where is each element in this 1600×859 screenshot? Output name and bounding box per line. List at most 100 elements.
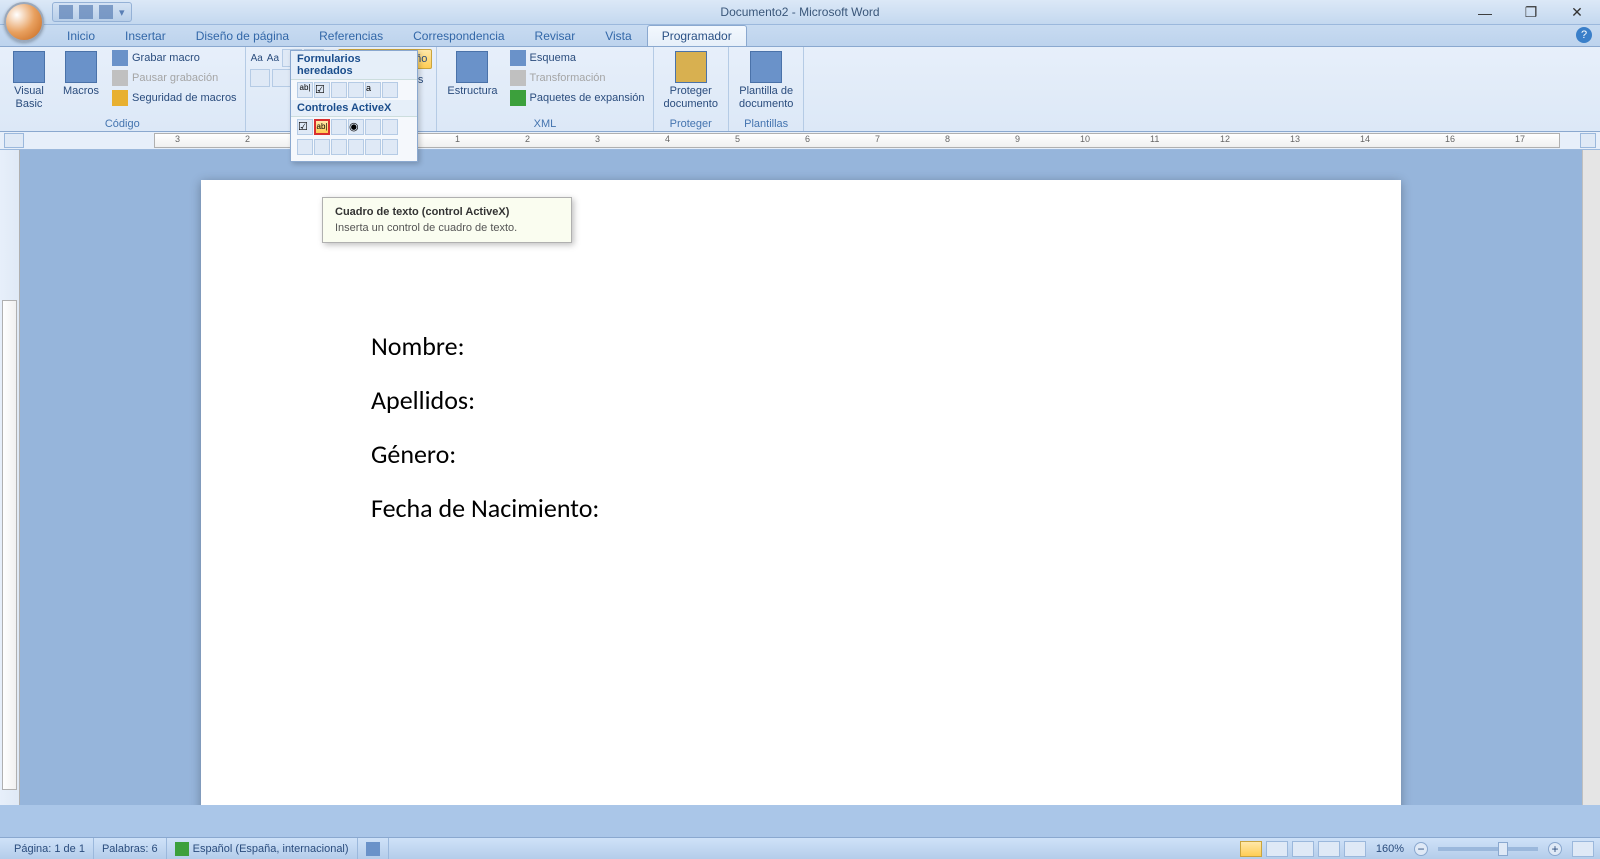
vertical-scrollbar[interactable]: [1582, 150, 1600, 805]
macros-button[interactable]: Macros: [56, 49, 106, 100]
group-label-proteger: Proteger: [658, 117, 724, 131]
tooltip-description: Inserta un control de cuadro de texto.: [335, 222, 559, 234]
group-codigo: Visual Basic Macros Grabar macro Pausar …: [0, 47, 246, 131]
template-icon: [750, 51, 782, 83]
legacy-combobox-icon[interactable]: [331, 82, 347, 98]
view-print-layout-button[interactable]: [1240, 841, 1262, 857]
text-control[interactable]: Aa: [266, 49, 280, 67]
status-words[interactable]: Palabras: 6: [94, 838, 167, 859]
view-fullscreen-button[interactable]: [1266, 841, 1288, 857]
legacy-tools-dropdown: Formularios heredados ab| ☑ a Controles …: [290, 50, 418, 162]
ruler-bar: 3 2 1 1 2 3 4 5 6 7 8 9 10 11 12 13 14 1…: [0, 132, 1600, 150]
esquema-button[interactable]: Esquema: [506, 49, 649, 67]
tooltip: Cuadro de texto (control ActiveX) Insert…: [322, 197, 572, 243]
legacy-checkbox-icon[interactable]: ☑: [314, 82, 330, 98]
tab-selector-button[interactable]: [4, 133, 24, 148]
tab-programador[interactable]: Programador: [647, 25, 747, 46]
visual-basic-icon: [13, 51, 45, 83]
legacy-reset-icon[interactable]: [382, 82, 398, 98]
field-genero[interactable]: Género:: [371, 438, 1231, 470]
legacy-shading-icon[interactable]: a: [365, 82, 381, 98]
vertical-ruler[interactable]: [2, 300, 17, 790]
activex-more-icon[interactable]: [382, 139, 398, 155]
activex-spin-icon[interactable]: [314, 139, 330, 155]
zoom-in-button[interactable]: +: [1548, 842, 1562, 856]
field-fecha-nacimiento[interactable]: Fecha de Nacimiento:: [371, 492, 1231, 524]
status-insert[interactable]: [358, 838, 389, 859]
activex-option-icon[interactable]: ◉: [348, 119, 364, 135]
zoom-thumb[interactable]: [1498, 842, 1508, 856]
view-draft-button[interactable]: [1344, 841, 1366, 857]
qat-dropdown-icon[interactable]: ▾: [119, 6, 125, 19]
pausar-grabacion-button: Pausar grabación: [108, 69, 241, 87]
tab-referencias[interactable]: Referencias: [304, 25, 398, 46]
document-page[interactable]: Nombre: Apellidos: Género: Fecha de Naci…: [201, 180, 1401, 805]
activex-image-icon[interactable]: [365, 139, 381, 155]
group-label-xml: XML: [441, 117, 648, 131]
dropdown-control-icon[interactable]: [272, 69, 292, 87]
close-button[interactable]: ✕: [1554, 0, 1600, 25]
titlebar: ▾ Documento2 - Microsoft Word — ❐ ✕: [0, 0, 1600, 25]
view-outline-button[interactable]: [1318, 841, 1340, 857]
activex-scroll-icon[interactable]: [331, 139, 347, 155]
redo-icon[interactable]: [99, 5, 113, 19]
grabar-macro-button[interactable]: Grabar macro: [108, 49, 241, 67]
visual-basic-button[interactable]: Visual Basic: [4, 49, 54, 113]
view-web-button[interactable]: [1292, 841, 1314, 857]
window-controls: — ❐ ✕: [1462, 0, 1600, 25]
zoom-slider[interactable]: [1438, 847, 1538, 851]
dd-heading-formularios: Formularios heredados: [291, 51, 417, 80]
estructura-button[interactable]: Estructura: [441, 49, 503, 100]
record-icon: [112, 50, 128, 66]
rich-text-control[interactable]: Aa: [250, 49, 264, 67]
transformacion-button: Transformación: [506, 69, 649, 87]
tab-revisar[interactable]: Revisar: [520, 25, 591, 46]
window-title: Documento2 - Microsoft Word: [0, 5, 1600, 19]
plantilla-documento-button[interactable]: Plantilla de documento: [733, 49, 799, 113]
zoom-out-button[interactable]: −: [1414, 842, 1428, 856]
activex-listbox-icon[interactable]: [365, 119, 381, 135]
status-language[interactable]: Español (España, internacional): [167, 838, 358, 859]
activex-label-icon[interactable]: [348, 139, 364, 155]
tab-diseno-pagina[interactable]: Diseño de página: [181, 25, 304, 46]
zoom-fit-button[interactable]: [1572, 841, 1594, 857]
legacy-textbox-icon[interactable]: ab|: [297, 82, 313, 98]
page-container[interactable]: Nombre: Apellidos: Género: Fecha de Naci…: [20, 150, 1582, 805]
activex-command-icon[interactable]: [331, 119, 347, 135]
activex-textbox-icon[interactable]: ab|: [314, 119, 330, 135]
vertical-ruler-gutter: [0, 150, 20, 805]
office-button[interactable]: [4, 2, 44, 42]
ribbon-tabs: Inicio Insertar Diseño de página Referen…: [0, 25, 1600, 47]
minimize-button[interactable]: —: [1462, 0, 1508, 25]
paquetes-expansion-button[interactable]: Paquetes de expansión: [506, 89, 649, 107]
maximize-button[interactable]: ❐: [1508, 0, 1554, 25]
activex-combo-icon[interactable]: [382, 119, 398, 135]
ruler-toggle-button[interactable]: [1580, 133, 1596, 148]
tab-insertar[interactable]: Insertar: [110, 25, 181, 46]
proteger-documento-button[interactable]: Proteger documento: [658, 49, 724, 113]
zoom-level[interactable]: 160%: [1376, 843, 1404, 855]
legacy-frame-icon[interactable]: [348, 82, 364, 98]
tab-inicio[interactable]: Inicio: [52, 25, 110, 46]
document-area: Nombre: Apellidos: Género: Fecha de Naci…: [0, 150, 1600, 805]
spellcheck-icon: [175, 842, 189, 856]
tab-correspondencia[interactable]: Correspondencia: [398, 25, 519, 46]
field-nombre[interactable]: Nombre:: [371, 330, 1231, 362]
group-label-plantillas: Plantillas: [733, 117, 799, 131]
insert-mode-icon: [366, 842, 380, 856]
structure-icon: [456, 51, 488, 83]
help-icon[interactable]: ?: [1576, 27, 1592, 43]
macros-icon: [65, 51, 97, 83]
transform-icon: [510, 70, 526, 86]
schema-icon: [510, 50, 526, 66]
activex-checkbox-icon[interactable]: ☑: [297, 119, 313, 135]
combo-control-icon[interactable]: [250, 69, 270, 87]
save-icon[interactable]: [59, 5, 73, 19]
tab-vista[interactable]: Vista: [590, 25, 646, 46]
seguridad-macros-button[interactable]: Seguridad de macros: [108, 89, 241, 107]
status-page[interactable]: Página: 1 de 1: [6, 838, 94, 859]
warning-icon: [112, 90, 128, 106]
undo-icon[interactable]: [79, 5, 93, 19]
activex-toggle-icon[interactable]: [297, 139, 313, 155]
field-apellidos[interactable]: Apellidos:: [371, 384, 1231, 416]
